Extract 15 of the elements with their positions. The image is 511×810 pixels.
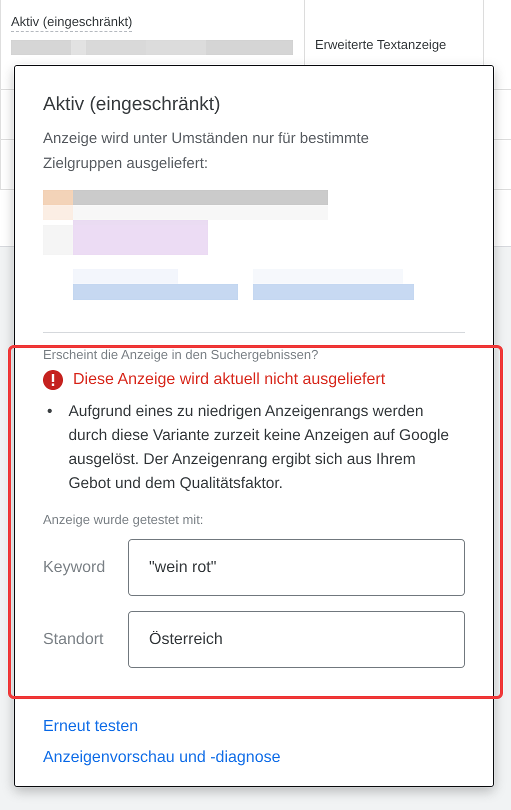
ad-type-cell-text: Erweiterte Textanzeige <box>315 37 448 52</box>
popup-title: Aktiv (eingeschränkt) <box>43 94 222 116</box>
question-text: Erscheint die Anzeige in den Suchergebnissen? <box>43 347 320 362</box>
popup-description: Anzeige wird unter Umständen nur für bestimmte Zielgruppen ausgeliefert: <box>43 129 370 174</box>
explanation-text: Aufgrund eines zu niedrigen Anzeigenrangs werden durch diese Variante zurzeit keine Anzeigen auf Google ausgelöst. Der Anzeigenrang ergibt sich aus Ihrem Gebot und dem Qualitätsfaktor. <box>68 402 450 494</box>
text-field[interactable]: "wein rot" <box>128 539 465 596</box>
bullet-marker: • <box>47 402 52 422</box>
link[interactable]: Anzeigenvorschau und -diagnose <box>43 749 280 767</box>
status-label[interactable]: Aktiv (eingeschränkt) <box>11 14 132 32</box>
tested-with-label: Anzeige wurde getestet mit: <box>43 512 204 527</box>
error-icon <box>43 370 63 390</box>
field-label: Standort <box>43 630 104 648</box>
error-message: Diese Anzeige wird aktuell nicht ausgeliefert <box>73 371 386 389</box>
field-label: Keyword <box>43 558 106 576</box>
link[interactable]: Erneut testen <box>43 718 138 736</box>
